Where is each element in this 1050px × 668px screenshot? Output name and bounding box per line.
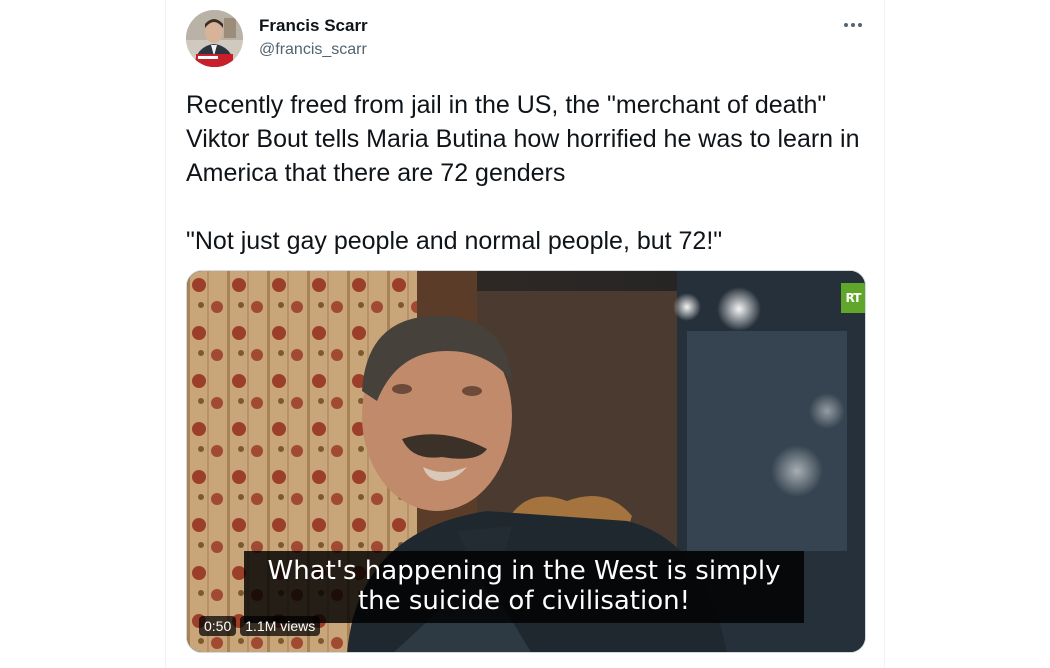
author-avatar[interactable] xyxy=(186,10,243,67)
author-handle[interactable]: @francis_scarr xyxy=(259,41,367,59)
tweet-card: Francis Scarr @francis_scarr Recently fr… xyxy=(165,0,885,668)
rt-logo: RT xyxy=(841,283,865,313)
subtitle-line-1: What's happening in the West is simply xyxy=(267,556,781,586)
video-views: 1.1M views xyxy=(240,616,321,636)
video-badges: 0:50 1.1M views xyxy=(199,616,321,636)
tweet-text: Recently freed from jail in the US, the … xyxy=(186,91,860,255)
subtitle-line-2: the suicide of civilisation! xyxy=(357,586,691,616)
video-player[interactable]: RT What's happening in the West is simpl… xyxy=(186,270,866,653)
video-subtitle: What's happening in the West is simply t… xyxy=(244,551,804,623)
video-duration: 0:50 xyxy=(199,616,237,636)
author-name[interactable]: Francis Scarr xyxy=(259,16,368,36)
ellipsis-icon[interactable] xyxy=(836,10,870,40)
